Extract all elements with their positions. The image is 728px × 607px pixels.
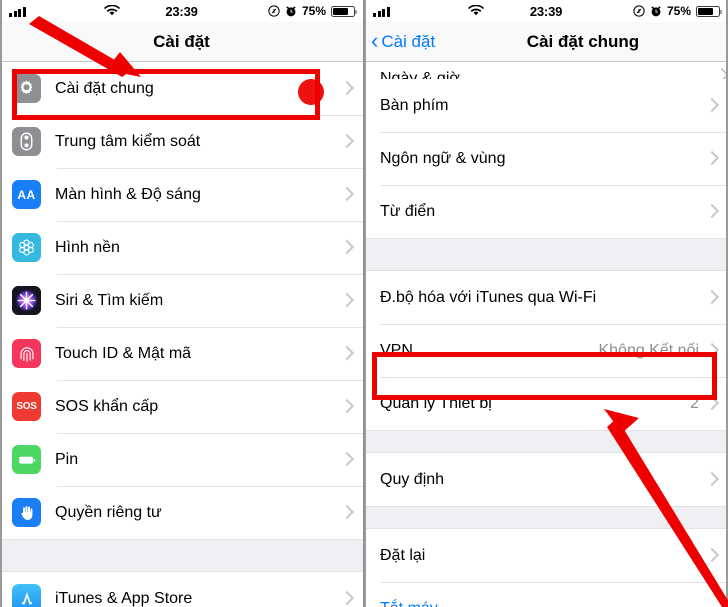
- list-item-label: Ngôn ngữ & vùng: [380, 149, 506, 167]
- list-item-vpn[interactable]: VPN Không Kết nối: [364, 324, 728, 377]
- status-bar-time: 23:39: [529, 3, 563, 19]
- status-bar-left: 23:39 75%: [0, 0, 363, 22]
- list-item-value: 2: [690, 394, 699, 412]
- battery-icon: [331, 5, 357, 17]
- list-item-touch-id-passcode[interactable]: Touch ID & Mật mã: [0, 327, 363, 380]
- chevron-right-icon: [707, 151, 716, 167]
- list-item-label: Đ.bộ hóa với iTunes qua Wi-Fi: [380, 288, 597, 306]
- list-item-control-center[interactable]: Trung tâm kiểm soát: [0, 115, 363, 168]
- chevron-right-icon: [342, 81, 351, 97]
- list-item-value: Không Kết nối: [598, 341, 699, 359]
- list-item-language-region[interactable]: Ngôn ngữ & vùng: [364, 132, 728, 185]
- list-item-emergency-sos[interactable]: SOS SOS khẩn cấp: [0, 380, 363, 433]
- list-item-siri-search[interactable]: Siri & Tìm kiếm: [0, 274, 363, 327]
- battery-icon: [696, 5, 722, 17]
- chevron-right-icon: [707, 98, 716, 114]
- list-item-label: Ngày & giờ: [380, 70, 460, 79]
- list-item-label: Màn hình & Độ sáng: [55, 185, 201, 203]
- back-button-settings[interactable]: ‹ Cài đặt: [371, 27, 436, 53]
- privacy-hand-icon: [12, 498, 41, 527]
- list-item-itunes-app-store[interactable]: iTunes & App Store: [0, 572, 363, 607]
- list-item-keyboard[interactable]: Bàn phím: [364, 79, 728, 132]
- list-item-display-brightness[interactable]: AA Màn hình & Độ sáng: [0, 168, 363, 221]
- chevron-right-icon: [342, 346, 351, 362]
- chevron-right-icon: [342, 293, 351, 309]
- chevron-right-icon: [717, 68, 726, 79]
- app-store-icon: [12, 584, 41, 607]
- chevron-right-icon: [707, 396, 716, 412]
- sos-icon: SOS: [12, 392, 41, 421]
- list-item-label: Trung tâm kiểm soát: [55, 132, 201, 150]
- list-item-regulatory[interactable]: Quy định: [364, 453, 728, 506]
- back-button-label: Cài đặt: [381, 31, 436, 51]
- list-item-label: iTunes & App Store: [55, 589, 193, 607]
- group-separator: [0, 539, 363, 572]
- list-item-itunes-wifi-sync[interactable]: Đ.bộ hóa với iTunes qua Wi-Fi: [364, 271, 728, 324]
- list-item-label: Quyền riêng tư: [55, 503, 162, 521]
- list-item-label: Bàn phím: [380, 96, 449, 114]
- chevron-left-icon: ‹: [371, 27, 379, 53]
- list-item-reset[interactable]: Đặt lại: [364, 529, 728, 582]
- list-item-label: Quản lý Thiết bị: [380, 394, 492, 412]
- chevron-right-icon: [342, 240, 351, 256]
- list-item-shut-down[interactable]: Tắt máy: [364, 582, 728, 607]
- list-item-privacy[interactable]: Quyền riêng tư: [0, 486, 363, 539]
- status-bar-time: 23:39: [165, 3, 198, 19]
- list-item-label: Cài đặt chung: [55, 79, 154, 97]
- battery-icon: [12, 445, 41, 474]
- list-item-label: Tắt máy: [380, 600, 718, 607]
- group-separator: [364, 506, 728, 529]
- list-item-date-time-partial[interactable]: Ngày & giờ: [364, 62, 728, 79]
- list-item-device-management[interactable]: Quản lý Thiết bị 2: [364, 377, 728, 430]
- chevron-right-icon: [707, 204, 716, 220]
- chevron-right-icon: [342, 591, 351, 607]
- list-item-label: Pin: [55, 450, 79, 468]
- settings-list-right: Ngày & giờ Bàn phím Ngôn ngữ & vùng Từ đ…: [364, 62, 728, 607]
- list-item-label: SOS khẩn cấp: [55, 397, 159, 415]
- touch-id-icon: [12, 339, 41, 368]
- right-phone-panel: 23:39 75% ‹ Cài đặt Cài đặt chung Ngày &…: [364, 0, 728, 607]
- chevron-right-icon: [707, 548, 716, 564]
- chevron-right-icon: [707, 343, 716, 359]
- nav-bar-left: Cài đặt: [0, 22, 363, 62]
- chevron-right-icon: [707, 472, 716, 488]
- list-item-label: Siri & Tìm kiếm: [55, 291, 164, 309]
- settings-list-left: Cài đặt chung Trung tâm kiểm soát AA Màn…: [0, 62, 363, 607]
- list-item-battery[interactable]: Pin: [0, 433, 363, 486]
- group-separator: [364, 238, 728, 271]
- display-brightness-icon: AA: [12, 180, 41, 209]
- screenshot-root: 23:39 75% Cài đặt Cài đặt chung Trung tâ…: [0, 0, 728, 607]
- list-item-label: Quy định: [380, 470, 445, 488]
- list-item-wallpaper[interactable]: Hình nền: [0, 221, 363, 274]
- list-item-label: Đặt lại: [380, 546, 426, 564]
- chevron-right-icon: [342, 399, 351, 415]
- siri-icon: [12, 286, 41, 315]
- group-separator: [364, 430, 728, 453]
- list-item-label: VPN: [380, 341, 413, 359]
- page-title-settings: Cài đặt: [153, 31, 210, 51]
- chevron-right-icon: [342, 505, 351, 521]
- left-phone-panel: 23:39 75% Cài đặt Cài đặt chung Trung tâ…: [0, 0, 364, 607]
- status-bar-right: 23:39 75%: [364, 0, 728, 22]
- list-item-dictionary[interactable]: Từ điển: [364, 185, 728, 238]
- chevron-right-icon: [342, 187, 351, 203]
- list-item-label: Touch ID & Mật mã: [55, 344, 192, 362]
- nav-bar-right: ‹ Cài đặt Cài đặt chung: [364, 22, 728, 62]
- wallpaper-icon: [12, 233, 41, 262]
- chevron-right-icon: [342, 134, 351, 150]
- chevron-right-icon: [707, 290, 716, 306]
- control-center-icon: [12, 127, 41, 156]
- list-item-label: Từ điển: [380, 202, 436, 220]
- gear-icon: [12, 74, 41, 103]
- list-item-general-settings[interactable]: Cài đặt chung: [0, 62, 363, 115]
- list-item-label: Hình nền: [55, 238, 120, 256]
- chevron-right-icon: [342, 452, 351, 468]
- page-title-general-settings: Cài đặt chung: [526, 31, 640, 51]
